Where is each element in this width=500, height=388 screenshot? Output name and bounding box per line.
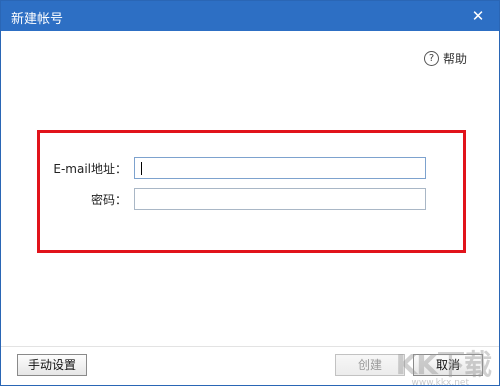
close-icon[interactable]: ✕ [469, 7, 487, 25]
dialog-title: 新建帐号 [11, 12, 64, 27]
password-label: 密码： [90, 193, 127, 207]
footer-divider [1, 346, 499, 347]
help-label: 帮助 [442, 52, 467, 66]
email-label: E-mail地址： [53, 162, 127, 176]
manual-settings-button[interactable]: 手动设置 [17, 354, 87, 376]
text-caret [141, 162, 142, 175]
create-button[interactable]: 创建 [335, 354, 405, 376]
watermark-site: www.kkx.net [411, 378, 470, 388]
cancel-button[interactable]: 取消 [413, 354, 483, 376]
new-account-dialog: 新建帐号 ✕ ? 帮助 E-mail地址： 密码： 手动设置 创建 取消 KK下… [0, 0, 500, 388]
question-circle-icon: ? [423, 51, 439, 66]
password-field[interactable] [134, 188, 426, 210]
title-bar[interactable]: 新建帐号 ✕ [1, 1, 499, 31]
email-field[interactable] [134, 157, 426, 179]
help-link[interactable]: ? 帮助 [423, 50, 467, 67]
